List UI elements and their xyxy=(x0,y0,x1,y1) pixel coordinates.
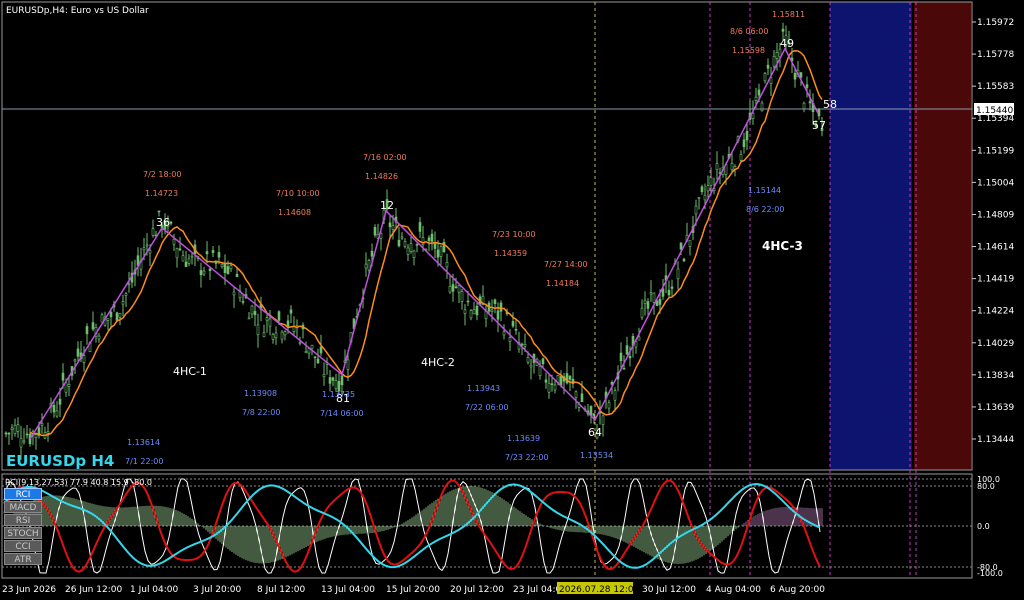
sub-tick: 0.0 xyxy=(977,522,990,531)
svg-text:7/14 06:00: 7/14 06:00 xyxy=(320,409,364,418)
price-tick: 1.15004 xyxy=(977,178,1014,188)
price-tick: 1.15583 xyxy=(977,82,1014,92)
time-tick: 3 Jul 20:00 xyxy=(193,585,242,595)
time-tick: 13 Jul 04:00 xyxy=(321,585,375,595)
chart-title: EURUSDp,H4: Euro vs US Dollar xyxy=(6,6,149,16)
svg-text:7/27 14:00: 7/27 14:00 xyxy=(544,260,588,269)
svg-text:1.14723: 1.14723 xyxy=(145,189,178,198)
price-note: 1.13534 xyxy=(580,451,613,460)
svg-text:1.14359: 1.14359 xyxy=(494,249,527,258)
svg-text:7/10 10:00: 7/10 10:00 xyxy=(276,189,320,198)
svg-text:1.13943: 1.13943 xyxy=(467,384,500,393)
svg-text:7/1 22:00: 7/1 22:00 xyxy=(125,457,163,466)
svg-text:1.13908: 1.13908 xyxy=(244,389,277,398)
indicator-button-rsi[interactable]: RSI xyxy=(4,514,42,526)
indicator-button-atr[interactable]: ATR xyxy=(4,553,42,565)
price-tick: 1.13639 xyxy=(977,403,1014,413)
time-axis: 23 Jun 2026 26 Jun 12:00 1 Jul 04:00 3 Jul … xyxy=(2,582,825,595)
zigzag-label: 49 xyxy=(780,37,794,50)
svg-text:1.14608: 1.14608 xyxy=(278,208,311,217)
svg-text:1.13639: 1.13639 xyxy=(507,434,540,443)
zigzag-label: 4HC-3 xyxy=(762,239,803,253)
indicator-button-macd[interactable]: MACD xyxy=(4,501,42,513)
svg-text:7/22 06:00: 7/22 06:00 xyxy=(465,403,509,412)
zigzag-label: 36 xyxy=(156,216,170,229)
price-tick: 1.14224 xyxy=(977,307,1014,317)
svg-text:8/6 22:00: 8/6 22:00 xyxy=(746,205,784,214)
svg-text:1.14826: 1.14826 xyxy=(365,172,398,181)
price-note: 7/2 18:00 1.14723 xyxy=(143,170,181,198)
price-note: 7/16 02:00 1.14826 xyxy=(363,153,407,181)
svg-text:7/8 22:00: 7/8 22:00 xyxy=(242,408,280,417)
price-note: 1.15811 xyxy=(772,10,805,19)
zigzag-label: 12 xyxy=(380,199,394,212)
price-tick: 1.14419 xyxy=(977,275,1014,285)
svg-text:8/6 06:00: 8/6 06:00 xyxy=(730,27,768,36)
price-tick: 1.13444 xyxy=(977,435,1014,445)
price-notes: 7/2 18:00 1.14723 7/10 10:00 1.14608 7/16 02… xyxy=(125,10,805,466)
price-note: 7/23 10:00 1.14359 xyxy=(492,230,536,258)
price-note: 7/10 10:00 1.14608 xyxy=(276,189,320,217)
svg-text:7/16 02:00: 7/16 02:00 xyxy=(363,153,407,162)
price-tick: 1.14029 xyxy=(977,339,1014,349)
price-note: 7/27 14:00 1.14184 xyxy=(544,260,588,288)
zigzag-label: 58 xyxy=(823,98,837,111)
svg-text:7/23 22:00: 7/23 22:00 xyxy=(505,453,549,462)
time-tick: 20 Jul 12:00 xyxy=(450,585,504,595)
price-axis: 1.15972 1.15778 1.15583 1.15394 1.15199 1.150… xyxy=(972,18,1014,445)
price-tick: 1.13834 xyxy=(977,371,1014,381)
indicator-button-stoch[interactable]: STOCH xyxy=(4,527,42,539)
indicator-button-rci[interactable]: RCI xyxy=(4,488,42,500)
svg-text:1.15598: 1.15598 xyxy=(732,46,765,55)
time-tick: 30 Jul 12:00 xyxy=(642,585,696,595)
time-tick: 26 Jun 12:00 xyxy=(65,585,122,595)
price-tick: 1.14614 xyxy=(977,243,1014,253)
price-note: 1.13614 7/1 22:00 xyxy=(125,438,163,466)
price-tick: 1.14809 xyxy=(977,210,1014,220)
price-note: 1.15144 8/6 22:00 xyxy=(746,186,784,214)
sub-tick: 80.0 xyxy=(977,482,995,491)
svg-text:1.13735: 1.13735 xyxy=(322,390,355,399)
price-tick: 1.15972 xyxy=(977,18,1014,28)
zigzag-label: 57 xyxy=(812,119,826,132)
symbol-watermark: EURUSDp H4 xyxy=(6,452,114,470)
zigzag-label: 64 xyxy=(588,426,602,439)
indicator-button-cci[interactable]: CCI xyxy=(4,540,42,552)
time-tick: 4 Aug 04:00 xyxy=(706,585,761,595)
svg-text:1.13534: 1.13534 xyxy=(580,451,613,460)
svg-text:7/23 10:00: 7/23 10:00 xyxy=(492,230,536,239)
price-tick: 1.15394 xyxy=(977,114,1014,124)
time-tick: 15 Jul 20:00 xyxy=(386,585,440,595)
sub-tick: -100.0 xyxy=(977,569,1003,578)
svg-text:1.13614: 1.13614 xyxy=(127,438,160,447)
indicator-header: RCI(9,13,27,53) 77.9 40.8 15.9 -80.0 xyxy=(5,478,152,487)
svg-text:1.14184: 1.14184 xyxy=(546,279,579,288)
rci-indicator xyxy=(2,478,972,574)
price-tick: 1.15199 xyxy=(977,146,1014,156)
zigzag-label: 4HC-1 xyxy=(173,365,207,378)
price-note: 1.13908 7/8 22:00 xyxy=(242,389,280,417)
chart-canvas[interactable]: 1.15440 1.159721.157781.155831.153941.15… xyxy=(0,0,1024,600)
svg-text:1.15811: 1.15811 xyxy=(772,10,805,19)
time-tick: 8 Jul 12:00 xyxy=(257,585,306,595)
time-cursor-label: 2026.07.28 12:00 xyxy=(559,585,640,595)
svg-text:1.15144: 1.15144 xyxy=(748,186,781,195)
price-note: 1.13943 7/22 06:00 xyxy=(465,384,509,412)
time-tick: 23 Jun 2026 xyxy=(2,585,56,595)
zigzag-label: 4HC-2 xyxy=(421,356,455,369)
svg-text:7/2 18:00: 7/2 18:00 xyxy=(143,170,181,179)
future-zone-blue xyxy=(830,2,912,470)
price-note: 8/6 06:00 1.15598 xyxy=(730,27,768,55)
price-note: 1.13639 7/23 22:00 xyxy=(505,434,549,462)
future-zone-red xyxy=(914,2,971,470)
sub-axis: 100.080.00.0-80.0-100.0 xyxy=(977,475,1003,578)
price-tick: 1.15778 xyxy=(977,50,1014,60)
time-tick: 1 Jul 04:00 xyxy=(130,585,179,595)
time-tick: 6 Aug 20:00 xyxy=(770,585,825,595)
